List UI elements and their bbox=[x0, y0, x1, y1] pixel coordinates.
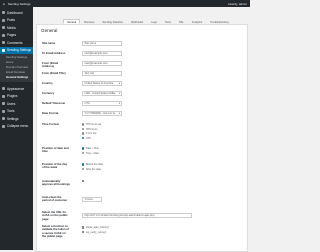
from-name-input[interactable]: Test site bbox=[82, 71, 122, 76]
time-format-option[interactable]: HH:mm:ss bbox=[82, 128, 98, 131]
sidebar-item-media[interactable]: Media bbox=[0, 24, 33, 32]
time-format-option[interactable]: HH:mm:ss aa bbox=[82, 123, 101, 126]
field-label: Date Format bbox=[42, 111, 59, 115]
field-label: Position of the day of the week bbox=[42, 162, 68, 170]
radio-button[interactable] bbox=[82, 123, 85, 126]
checkbox[interactable] bbox=[82, 226, 85, 229]
radio-button-selected[interactable] bbox=[82, 136, 85, 140]
sidebar-item-plugins[interactable]: Plugins bbox=[0, 93, 33, 101]
field-label: From (Email Address) bbox=[42, 61, 59, 69]
to-email-input[interactable]: user@example.com bbox=[82, 51, 122, 56]
brush-icon bbox=[2, 87, 5, 91]
site-name-input[interactable]: Site name bbox=[82, 41, 122, 46]
sidebar-item-appearance[interactable]: Appearance bbox=[0, 85, 33, 93]
chevron-down-icon: ▾ bbox=[118, 92, 120, 95]
panel-title: General bbox=[41, 28, 58, 33]
page-icon bbox=[2, 33, 5, 37]
currency-select[interactable]: USD - United States Dollar ▾ bbox=[82, 91, 122, 96]
checkbox[interactable] bbox=[82, 180, 85, 183]
user-icon bbox=[2, 102, 5, 106]
field-label: Select a function to validate the token … bbox=[42, 224, 70, 239]
sidebar-item-settings[interactable]: Settings bbox=[0, 115, 33, 123]
timezone-select[interactable]: UTC ▾ bbox=[82, 101, 122, 106]
site-name-link[interactable]: Sending Settings bbox=[8, 2, 31, 6]
date-time-position-option[interactable]: Time - Date bbox=[82, 152, 99, 155]
pin-icon bbox=[2, 18, 5, 22]
wordpress-logo-icon[interactable]: ● bbox=[3, 2, 5, 6]
date-time-position-option[interactable]: Date - Time bbox=[82, 147, 99, 150]
plugin-icon bbox=[2, 94, 5, 98]
sidebar-item-sending-settings[interactable]: Sending Settings bbox=[0, 46, 33, 54]
field-label: Position of date and time bbox=[42, 146, 69, 154]
field-label: Country bbox=[42, 81, 53, 85]
day-position-option[interactable]: After the date bbox=[82, 168, 101, 171]
time-format-option[interactable]: UTC bbox=[82, 137, 91, 140]
radio-button-selected[interactable] bbox=[82, 147, 85, 150]
auto-approve-checkbox[interactable] bbox=[82, 180, 86, 183]
settings-panel: General Site name Site name To Email Add… bbox=[36, 24, 248, 252]
wrench-icon bbox=[2, 109, 5, 113]
settings-icon bbox=[2, 117, 5, 121]
dashboard-icon bbox=[2, 11, 5, 15]
chevron-down-icon: ▾ bbox=[118, 102, 120, 105]
radio-button[interactable] bbox=[82, 151, 85, 155]
submenu-item-general-settings[interactable]: General Settings bbox=[0, 75, 33, 80]
radio-button[interactable] bbox=[82, 167, 85, 171]
validate-function-option[interactable]: wp_verify_nonce() bbox=[82, 231, 106, 234]
sidebar-item-dashboard[interactable]: Dashboard bbox=[0, 9, 33, 17]
cancel-period-select[interactable]: 1 hours bbox=[82, 197, 102, 202]
field-label: Auto-clean the period of customer bbox=[42, 195, 68, 203]
field-label: Automatically approve all bookings bbox=[42, 179, 70, 187]
email-icon bbox=[2, 48, 5, 52]
radio-button-selected[interactable] bbox=[82, 163, 85, 166]
media-icon bbox=[2, 26, 5, 30]
field-label: Default Timezone bbox=[42, 101, 66, 105]
sidebar-item-comments[interactable]: Comments bbox=[0, 39, 33, 47]
day-position-option[interactable]: Before the date bbox=[82, 163, 103, 166]
admin-bar: ● Sending Settings Howdy, admin bbox=[0, 0, 250, 7]
collapse-icon bbox=[2, 124, 5, 128]
main-content: General Bounces Sending Statistics Webho… bbox=[33, 7, 250, 252]
admin-sidebar: Dashboard Posts Media Pages Comments Sen… bbox=[0, 7, 33, 250]
sidebar-item-users[interactable]: Users bbox=[0, 100, 33, 108]
sidebar-item-collapse[interactable]: Collapse menu bbox=[0, 123, 33, 131]
sidebar-item-tools[interactable]: Tools bbox=[0, 108, 33, 116]
checkbox[interactable] bbox=[82, 230, 85, 234]
field-label: Time Format bbox=[42, 122, 59, 126]
field-label: From (Email Title) bbox=[42, 71, 66, 75]
field-label: Site name bbox=[42, 41, 56, 45]
validate-function-option[interactable]: check_ajax_referer() bbox=[82, 226, 109, 229]
comment-icon bbox=[2, 41, 5, 45]
date-format-select[interactable]: YYYY/MM/DD - HH:mm:ss ▾ bbox=[82, 111, 122, 116]
howdy-link[interactable]: Howdy, admin bbox=[228, 2, 247, 6]
chevron-down-icon: ▾ bbox=[118, 82, 120, 85]
sidebar-item-pages[interactable]: Pages bbox=[0, 32, 33, 40]
sidebar-submenu: Sending Settings Home Domain Overview Em… bbox=[0, 54, 33, 82]
radio-button[interactable] bbox=[82, 127, 85, 131]
field-label: To Email Address bbox=[42, 51, 66, 55]
country-select[interactable]: United States of America ▾ bbox=[82, 81, 122, 86]
time-format-option[interactable]: h:mm a/p bbox=[82, 132, 96, 135]
from-email-input[interactable]: user@example.com bbox=[82, 61, 122, 66]
sidebar-item-posts[interactable]: Posts bbox=[0, 17, 33, 25]
field-label: Currency bbox=[42, 91, 55, 95]
field-label: Select the URL for AJAX on the public pa… bbox=[42, 210, 68, 221]
chevron-down-icon: ▾ bbox=[118, 112, 120, 115]
radio-button[interactable] bbox=[82, 132, 85, 135]
ajax-url-input[interactable]: http://127.0.0.1/index.html/wp-json/wp-a… bbox=[82, 213, 192, 218]
